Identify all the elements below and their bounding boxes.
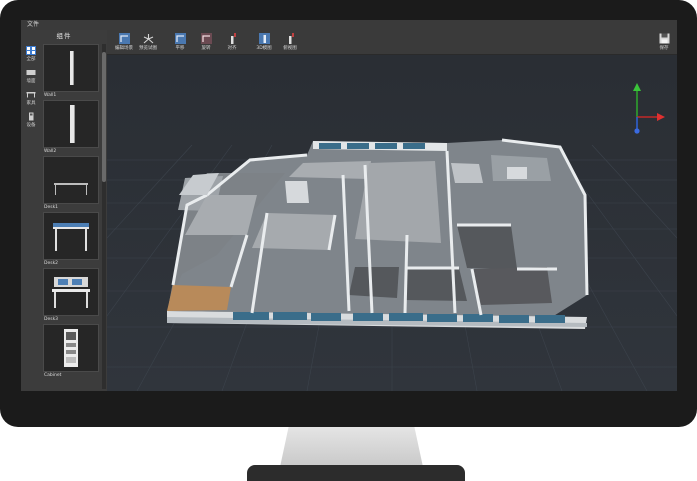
tool-label: 俯视图 — [283, 46, 297, 51]
top-view-icon — [289, 33, 294, 44]
monitor-frame: 文件 组件 全部 墙面 家具 设备 Wall1 Wall2 Desk1 Desk… — [0, 0, 697, 427]
desk-preview-icon — [53, 223, 89, 251]
tool-top-view[interactable]: 俯视图 — [279, 32, 301, 52]
tool-label: 对齐 — [227, 46, 237, 51]
tool-3d-view[interactable]: 3D模图 — [253, 32, 275, 52]
panel-scrollbar[interactable] — [102, 44, 106, 389]
desk1-thumbnail — [43, 156, 99, 204]
floor-plan-scene[interactable] — [21, 55, 677, 391]
category-label: 家具 — [26, 101, 36, 106]
tool-preview[interactable]: 预览试图 — [137, 32, 159, 52]
desk3-thumbnail — [43, 268, 99, 316]
desk-preview-icon — [54, 183, 88, 195]
item-name: Wall2 — [44, 149, 57, 154]
tool-rotate[interactable]: 旋转 — [195, 32, 217, 52]
item-name: Wall1 — [44, 93, 57, 98]
tool-pan[interactable]: 平移 — [169, 32, 191, 52]
scrollbar-thumb[interactable] — [102, 52, 106, 182]
device-icon — [29, 112, 34, 121]
tool-label: 预览试图 — [139, 46, 157, 51]
tool-align[interactable]: 对齐 — [221, 32, 243, 52]
wall1-thumbnail — [43, 44, 99, 92]
category-furniture[interactable]: 家具 — [23, 88, 39, 108]
category-wall[interactable]: 墙面 — [23, 66, 39, 86]
item-name: Cabinet — [44, 373, 62, 378]
menu-file[interactable]: 文件 — [27, 20, 39, 30]
save-label: 保存 — [659, 46, 669, 51]
tool-edit-scene[interactable]: 编辑场景 — [113, 32, 135, 52]
wall2-thumbnail — [43, 100, 99, 148]
cabinet-preview-icon — [64, 329, 78, 367]
3d-viewport[interactable] — [21, 55, 677, 391]
save-button[interactable]: 保存 — [653, 32, 675, 52]
item-name: Desk2 — [44, 261, 59, 266]
3d-view-icon — [259, 33, 270, 44]
align-icon — [231, 33, 236, 44]
furniture-icon — [26, 92, 36, 98]
wall-preview-icon — [70, 51, 74, 85]
item-name: Desk1 — [44, 205, 59, 210]
app-window: 文件 组件 全部 墙面 家具 设备 Wall1 Wall2 Desk1 Desk… — [21, 20, 677, 391]
edit-scene-icon — [119, 33, 130, 44]
category-label: 设备 — [26, 123, 36, 128]
category-all[interactable]: 全部 — [23, 44, 39, 64]
monitor-stand-base — [247, 465, 465, 481]
category-label: 全部 — [26, 57, 36, 62]
menu-bar: 文件 — [21, 20, 677, 30]
preview-icon — [143, 34, 154, 44]
category-label: 墙面 — [26, 79, 36, 84]
pan-icon — [175, 33, 186, 44]
wall-preview-icon — [70, 105, 75, 143]
category-device[interactable]: 设备 — [23, 110, 39, 130]
desk-preview-icon — [52, 277, 90, 308]
save-icon — [659, 33, 670, 44]
monitor-stand-neck — [280, 427, 423, 467]
item-name: Desk3 — [44, 317, 59, 322]
toolbar: 编辑场景 预览试图 平移 旋转 对齐 3D模图 俯视图 保存 — [107, 30, 677, 55]
component-panel: 组件 全部 墙面 家具 设备 Wall1 Wall2 Desk1 Desk2 D… — [21, 30, 107, 391]
desk2-thumbnail — [43, 212, 99, 260]
rotate-icon — [201, 33, 212, 44]
cabinet-thumbnail — [43, 324, 99, 372]
panel-title: 组件 — [56, 32, 72, 40]
wall-icon — [26, 70, 36, 75]
grid-icon — [26, 46, 36, 55]
